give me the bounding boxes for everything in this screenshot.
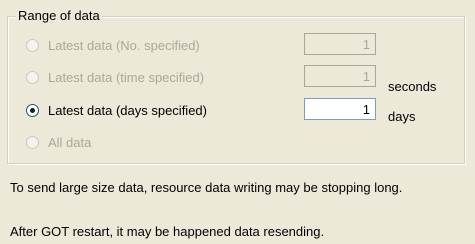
radio-label: Latest data (days specified) [48,102,207,118]
radio-label: All data [48,134,92,150]
days-unit-label: days [388,109,416,124]
time-unit-label: seconds [388,79,437,94]
radio-label: Latest data (time specified) [48,69,205,85]
radio-selected-dot-icon [30,107,35,113]
radio-all-data[interactable]: All data [26,132,91,152]
group-title: Range of data [16,8,102,23]
time-field[interactable]: 1 [304,65,376,87]
radio-button-icon [26,38,39,52]
warning-note-large-data: To send large size data, resource data w… [10,180,403,195]
radio-button-icon [26,70,39,84]
radio-label: Latest data (No. specified) [48,37,200,53]
radio-latest-days-specified[interactable]: Latest data (days specified) [26,100,207,120]
radio-button-icon [26,103,39,117]
radio-latest-time-specified[interactable]: Latest data (time specified) [26,67,204,87]
count-field[interactable]: 1 [304,33,376,55]
days-field[interactable]: 1 [304,98,376,120]
radio-button-icon [26,135,39,149]
warning-note-restart: After GOT restart, it may be happened da… [10,224,325,239]
radio-latest-no-specified[interactable]: Latest data (No. specified) [26,35,200,55]
